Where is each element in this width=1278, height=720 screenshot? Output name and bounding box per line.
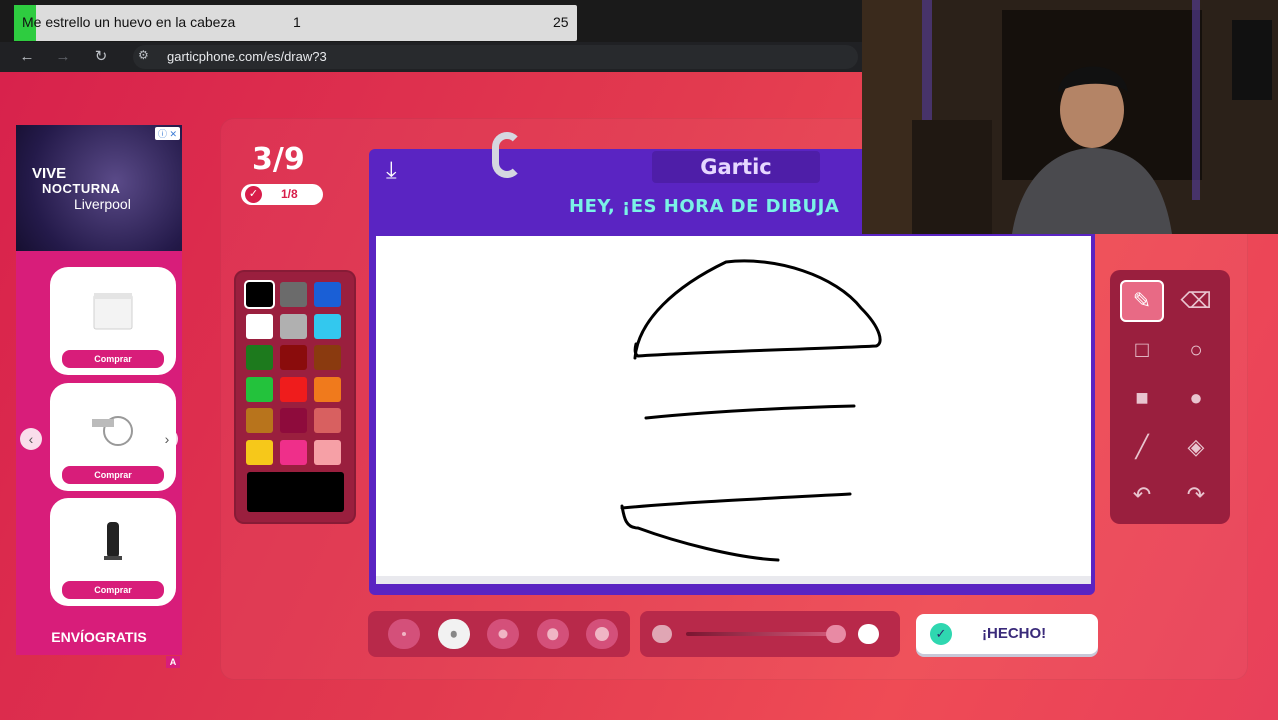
stream-overlay-bar: Me estrello un huevo en la cabeza 1 25 xyxy=(14,5,577,41)
done-button[interactable]: ✓ ¡HECHO! xyxy=(916,614,1098,654)
color-swatch[interactable] xyxy=(314,313,341,339)
streamer-video xyxy=(862,0,1278,234)
forward-arrow-icon[interactable]: → xyxy=(53,47,73,67)
browser-toolbar: ← → ↻ ⚙ garticphone.com/es/draw?3 xyxy=(0,42,862,72)
color-swatch[interactable] xyxy=(314,345,341,370)
opacity-min-dot xyxy=(652,625,672,643)
ad-banner[interactable]: ⓘ ✕ VIVE NOCTURNA Liverpool Comprar Comp… xyxy=(16,125,182,655)
color-swatch[interactable] xyxy=(246,345,273,370)
brush-size-option[interactable] xyxy=(388,619,420,649)
brush-size-option[interactable] xyxy=(487,619,519,649)
water-pump-image xyxy=(92,416,133,446)
tower-heater-image xyxy=(104,522,122,560)
round-counter: 3/9 xyxy=(252,142,305,177)
check-icon: ✓ xyxy=(245,186,262,203)
opacity-max-dot xyxy=(826,625,846,643)
carousel-prev-icon[interactable]: ‹ xyxy=(20,428,42,450)
rectangle-outline-tool-icon[interactable]: □ xyxy=(1120,329,1164,371)
site-settings-icon[interactable]: ⚙ xyxy=(138,48,149,62)
buy-button[interactable]: Comprar xyxy=(62,581,164,599)
url-text: garticphone.com/es/draw?3 xyxy=(167,49,327,64)
brush-size-dot xyxy=(450,630,457,638)
overlay-title: Me estrello un huevo en la cabeza xyxy=(22,14,236,30)
drawn-stroke-top xyxy=(633,259,882,360)
color-swatch[interactable] xyxy=(280,376,307,402)
overlay-count-2: 25 xyxy=(553,14,569,30)
color-swatch[interactable] xyxy=(246,376,273,402)
drawing-canvas[interactable] xyxy=(376,236,1091,584)
brush-size-option[interactable] xyxy=(437,619,470,649)
brush-size-dot xyxy=(595,627,609,641)
ad-headline-1: VIVE xyxy=(32,165,67,182)
brush-size-selector xyxy=(368,611,630,657)
color-swatch[interactable] xyxy=(244,280,275,309)
opacity-track[interactable] xyxy=(686,632,836,636)
ad-headline-2: NOCTURNA xyxy=(42,181,121,196)
ad-footer-text: ENVÍOGRATIS xyxy=(51,629,147,645)
rectangle-filled-tool-icon[interactable]: ■ xyxy=(1120,377,1164,419)
download-icon[interactable]: ⤓ xyxy=(386,157,397,185)
ellipse-outline-tool-icon[interactable]: ○ xyxy=(1174,329,1218,371)
brush-size-dot xyxy=(546,628,559,640)
color-swatch[interactable] xyxy=(280,439,307,465)
tools-panel: ✎ ⌫ □ ○ ■ ● ╱ ◈ ↶ ↷ xyxy=(1110,270,1230,524)
color-swatch[interactable] xyxy=(314,439,341,465)
eraser-tool-icon[interactable]: ⌫ xyxy=(1174,280,1218,322)
canvas-drawing xyxy=(620,259,882,562)
freezer-image xyxy=(93,293,133,330)
opacity-slider[interactable] xyxy=(640,611,900,657)
color-swatch[interactable] xyxy=(280,282,307,307)
overlay-count-1: 1 xyxy=(293,14,301,30)
webcam-feed xyxy=(862,0,1278,234)
color-swatch[interactable] xyxy=(314,376,341,402)
ellipse-filled-tool-icon[interactable]: ● xyxy=(1174,377,1218,419)
opacity-handle[interactable] xyxy=(858,624,879,644)
ad-product-card[interactable]: Comprar xyxy=(50,267,176,375)
redo-tool-icon[interactable]: ↷ xyxy=(1174,474,1218,516)
color-swatch[interactable] xyxy=(280,408,307,433)
gartic-logo: Gartic xyxy=(652,151,820,183)
color-swatch[interactable] xyxy=(314,408,341,433)
color-swatch[interactable] xyxy=(314,282,341,307)
check-icon: ✓ xyxy=(930,623,952,645)
color-palette xyxy=(234,270,356,524)
buy-button[interactable]: Comprar xyxy=(62,466,164,484)
ad-product-card[interactable]: Comprar xyxy=(50,498,176,606)
reload-icon[interactable]: ↻ xyxy=(91,47,111,67)
color-swatch[interactable] xyxy=(246,408,273,433)
completed-players-pill: ✓ 1/8 xyxy=(241,184,323,205)
brush-size-option[interactable] xyxy=(586,619,618,649)
brush-size-dot xyxy=(498,629,508,639)
ad-badge: A xyxy=(166,656,180,668)
address-bar[interactable]: ⚙ garticphone.com/es/draw?3 xyxy=(133,45,858,69)
current-color-preview xyxy=(247,472,344,512)
color-swatch[interactable] xyxy=(246,313,273,339)
pencil-tool-icon[interactable]: ✎ xyxy=(1120,280,1164,322)
brush-size-dot xyxy=(402,632,406,636)
carousel-next-icon[interactable]: › xyxy=(156,428,178,450)
color-swatch[interactable] xyxy=(280,345,307,370)
ad-brand: Liverpool xyxy=(74,196,131,212)
done-button-label: ¡HECHO! xyxy=(982,625,1047,642)
line-tool-icon[interactable]: ╱ xyxy=(1120,426,1164,468)
notebook-ring xyxy=(492,132,522,178)
back-arrow-icon[interactable]: ← xyxy=(17,47,37,67)
color-swatch[interactable] xyxy=(246,439,273,465)
brush-size-option[interactable] xyxy=(536,619,569,649)
drawn-stroke-middle xyxy=(644,404,856,420)
fill-bucket-tool-icon[interactable]: ◈ xyxy=(1174,426,1218,468)
completed-count: 1/8 xyxy=(281,187,298,201)
ad-choices-icon[interactable]: ⓘ ✕ xyxy=(154,127,180,140)
instruction-text: HEY, ¡ES HORA DE DIBUJA xyxy=(569,196,840,217)
color-swatch[interactable] xyxy=(280,313,307,339)
drawn-stroke-bottom xyxy=(620,492,852,562)
buy-button[interactable]: Comprar xyxy=(62,350,164,368)
undo-tool-icon[interactable]: ↶ xyxy=(1120,474,1164,516)
